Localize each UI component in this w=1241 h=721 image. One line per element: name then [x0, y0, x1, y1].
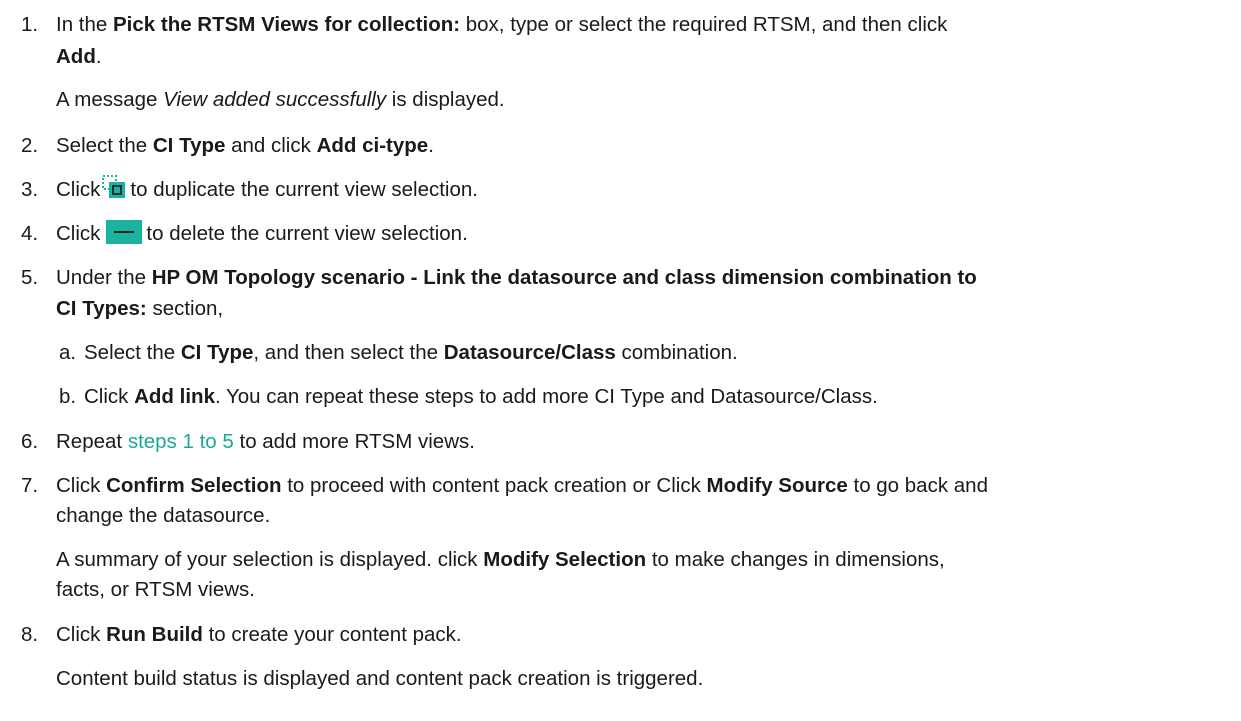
step-7-text-cont: change the datasource.	[56, 503, 270, 529]
hp-om-topology-label: HP OM Topology scenario - Link the datas…	[151, 266, 977, 289]
step-1-note: A message View added successfully is dis…	[56, 87, 505, 113]
step-5-text: Under the HP OM Topology scenario - Link…	[56, 265, 977, 291]
substep-a-label: a.	[59, 341, 77, 364]
delete-icon	[106, 219, 143, 244]
ci-type-label: CI Type	[180, 341, 254, 364]
step-1-note-a: A message	[56, 88, 164, 111]
add-link-label: Add link	[134, 385, 215, 408]
step-1-text: In the Pick the RTSM Views for collectio…	[56, 12, 947, 38]
step-1-note-c: is displayed.	[386, 88, 505, 111]
step-2-text-c: and click	[225, 134, 317, 157]
substep-a-text-a: Select the	[84, 341, 181, 364]
step-7-note-2: facts, or RTSM views.	[56, 577, 255, 603]
substep-a-text-d: combination.	[615, 341, 738, 364]
step-7-note-c: to make changes in dimensions,	[646, 548, 945, 571]
ci-types-label: CI Types:	[56, 297, 147, 320]
step-5-section-word: section,	[146, 297, 224, 320]
step-5-text-a: Under the	[56, 266, 152, 289]
step-4-text-c: to delete the current view selection.	[146, 222, 468, 245]
step-2-number: 2.	[21, 134, 39, 157]
substep-b-text-a: Click	[84, 385, 135, 408]
run-build-label: Run Build	[106, 623, 203, 646]
step-8-text: Click Run Build to create your content p…	[56, 622, 462, 648]
step-7-text-c: to proceed with content pack creation or…	[281, 474, 707, 497]
step-3-text: Click to duplicate the current view selec…	[56, 174, 478, 203]
substep-b-label: b.	[59, 385, 77, 408]
substep-b-text: Click Add link. You can repeat these ste…	[84, 384, 878, 410]
modify-selection-label: Modify Selection	[483, 548, 647, 571]
step-5-text-cont: CI Types: section,	[56, 296, 223, 322]
step-2-period: .	[428, 134, 434, 157]
add-ci-type-label: Add ci-type	[316, 134, 429, 157]
step-1-period: .	[95, 45, 102, 68]
substep-b-text-c: . You can repeat these steps to add more…	[214, 385, 878, 408]
step-1-text-a: In the	[56, 13, 113, 36]
view-added-message: View added successfully	[163, 88, 387, 111]
step-1-text-c: box, type or select the required RTSM, a…	[460, 13, 948, 36]
step-3-text-c: to duplicate the current view selection.	[130, 178, 478, 201]
step-7-text: Click Confirm Selection to proceed with …	[56, 473, 988, 499]
step-3-number: 3.	[21, 178, 39, 201]
step-7-text-a: Click	[56, 474, 107, 497]
step-7-note-1: A summary of your selection is displayed…	[56, 547, 945, 573]
step-8-text-a: Click	[56, 623, 107, 646]
step-1-number: 1.	[21, 13, 39, 36]
step-4-text: Click to delete the current view selectio…	[56, 219, 468, 247]
confirm-selection-label: Confirm Selection	[106, 474, 282, 497]
step-8-number: 8.	[21, 623, 39, 646]
step-3-click-word: Click	[56, 178, 101, 201]
add-label: Add	[56, 45, 96, 68]
steps-1-to-5-link[interactable]: steps 1 to 5	[128, 430, 234, 453]
step-5-number: 5.	[21, 266, 39, 289]
modify-source-label: Modify Source	[706, 474, 848, 497]
step-2-text-a: Select the	[56, 134, 153, 157]
pick-rtsm-views-label: Pick the RTSM Views for collection:	[113, 13, 461, 36]
step-6-number: 6.	[21, 430, 39, 453]
step-7-note-a: A summary of your selection is displayed…	[56, 548, 484, 571]
step-6-text-c: to add more RTSM views.	[233, 430, 475, 453]
step-7-text-cont-c: change the datasource.	[56, 504, 271, 527]
step-2-text: Select the CI Type and click Add ci-type…	[56, 133, 434, 159]
step-6-text: Repeat steps 1 to 5 to add more RTSM vie…	[56, 429, 475, 455]
step-7-text-d: to go back and	[847, 474, 988, 497]
step-8-note: Content build status is displayed and co…	[56, 666, 703, 692]
datasource-class-label: Datasource/Class	[443, 341, 616, 364]
duplicate-icon	[102, 174, 127, 199]
step-6-text-a: Repeat	[56, 430, 128, 453]
substep-a-text: Select the CI Type, and then select the …	[84, 340, 738, 366]
step-4-number: 4.	[21, 222, 39, 245]
step-8-note-c: Content build status is displayed and co…	[56, 667, 704, 690]
substep-a-text-c: , and then select the	[253, 341, 444, 364]
step-7-note-2-c: facts, or RTSM views.	[56, 578, 255, 601]
step-1-text-cont: Add.	[56, 44, 102, 70]
step-7-number: 7.	[21, 474, 39, 497]
ci-type-label: CI Type	[152, 134, 226, 157]
step-4-click-word: Click	[56, 222, 101, 245]
step-8-text-c: to create your content pack.	[202, 623, 462, 646]
procedure-document: 1. In the Pick the RTSM Views for collec…	[0, 0, 1241, 721]
